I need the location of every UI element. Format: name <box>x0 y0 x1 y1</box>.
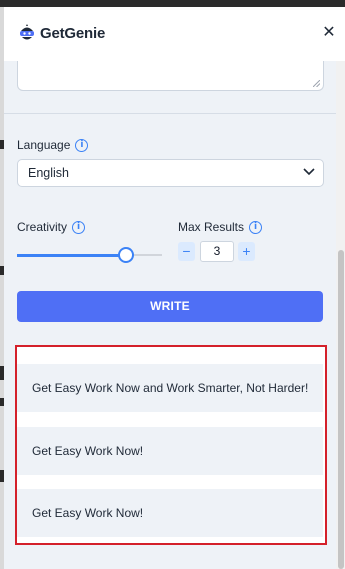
write-button[interactable]: WRITE <box>17 291 323 322</box>
scrollbar-thumb[interactable] <box>338 250 344 569</box>
language-select[interactable]: English <box>17 159 324 187</box>
language-label-row: Language i <box>17 138 89 152</box>
result-card[interactable]: Get Easy Work Now! <box>17 427 323 475</box>
result-card[interactable]: Get Easy Work Now! <box>17 489 323 537</box>
prompt-textarea[interactable] <box>17 61 324 91</box>
info-icon[interactable]: i <box>75 138 89 152</box>
max-results-label-row: Max Results i <box>178 220 263 234</box>
creativity-slider-thumb[interactable] <box>118 247 134 263</box>
creativity-slider-fill <box>17 253 126 257</box>
panel-header: GetGenie ✕ <box>4 7 345 61</box>
info-icon[interactable]: i <box>72 220 86 234</box>
section-divider <box>4 113 336 114</box>
creativity-slider[interactable] <box>17 247 162 263</box>
resize-grip-icon[interactable] <box>313 80 320 87</box>
browser-top-bar <box>0 0 345 7</box>
minus-icon: − <box>182 243 191 259</box>
logo: GetGenie <box>17 23 105 43</box>
language-value: English <box>28 166 69 180</box>
increment-button[interactable]: + <box>238 242 255 261</box>
decrement-button[interactable]: − <box>178 242 195 261</box>
plus-icon: + <box>242 243 251 259</box>
genie-logo-icon <box>20 24 34 40</box>
close-icon: ✕ <box>322 24 336 41</box>
max-results-label: Max Results <box>178 220 245 234</box>
info-icon[interactable]: i <box>249 220 263 234</box>
language-label: Language <box>17 138 71 152</box>
close-button[interactable]: ✕ <box>319 23 339 43</box>
creativity-label: Creativity <box>17 220 68 234</box>
app-name: GetGenie <box>40 24 106 42</box>
result-card[interactable]: Get Easy Work Now and Work Smarter, Not … <box>17 364 323 412</box>
chevron-down-icon <box>303 168 315 176</box>
creativity-label-row: Creativity i <box>17 220 86 234</box>
max-results-input[interactable]: 3 <box>200 241 234 262</box>
